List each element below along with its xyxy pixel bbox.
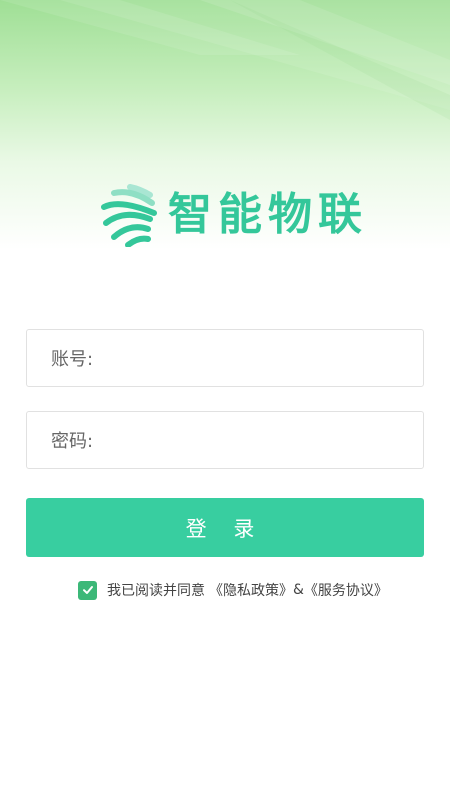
- logo-mark-icon: [101, 184, 157, 247]
- account-label: 账号:: [51, 349, 94, 370]
- agreement-row: 我已阅读并同意 《隐私政策》 & 《服务协议》: [78, 579, 388, 601]
- account-field[interactable]: 账号:: [26, 329, 424, 387]
- login-button[interactable]: 登 录: [26, 498, 424, 557]
- password-field[interactable]: 密码:: [26, 411, 424, 469]
- service-agreement-link[interactable]: 《服务协议》: [304, 580, 388, 600]
- account-input[interactable]: [93, 330, 423, 386]
- checkmark-icon: [82, 586, 93, 594]
- agreement-connector: &: [293, 582, 304, 598]
- password-label: 密码:: [51, 431, 94, 452]
- privacy-policy-link[interactable]: 《隐私政策》: [209, 580, 293, 600]
- login-screen: 智能物联 账号: 密码: 登 录 我已阅读并同意 《隐私政策》 & 《服务协议》: [0, 0, 450, 800]
- agreement-prefix: 我已阅读并同意: [107, 583, 205, 599]
- app-logo: 智能物联: [100, 183, 362, 247]
- agreement-checkbox[interactable]: [78, 580, 97, 600]
- password-input[interactable]: [93, 412, 423, 468]
- app-name: 智能物联: [168, 189, 368, 240]
